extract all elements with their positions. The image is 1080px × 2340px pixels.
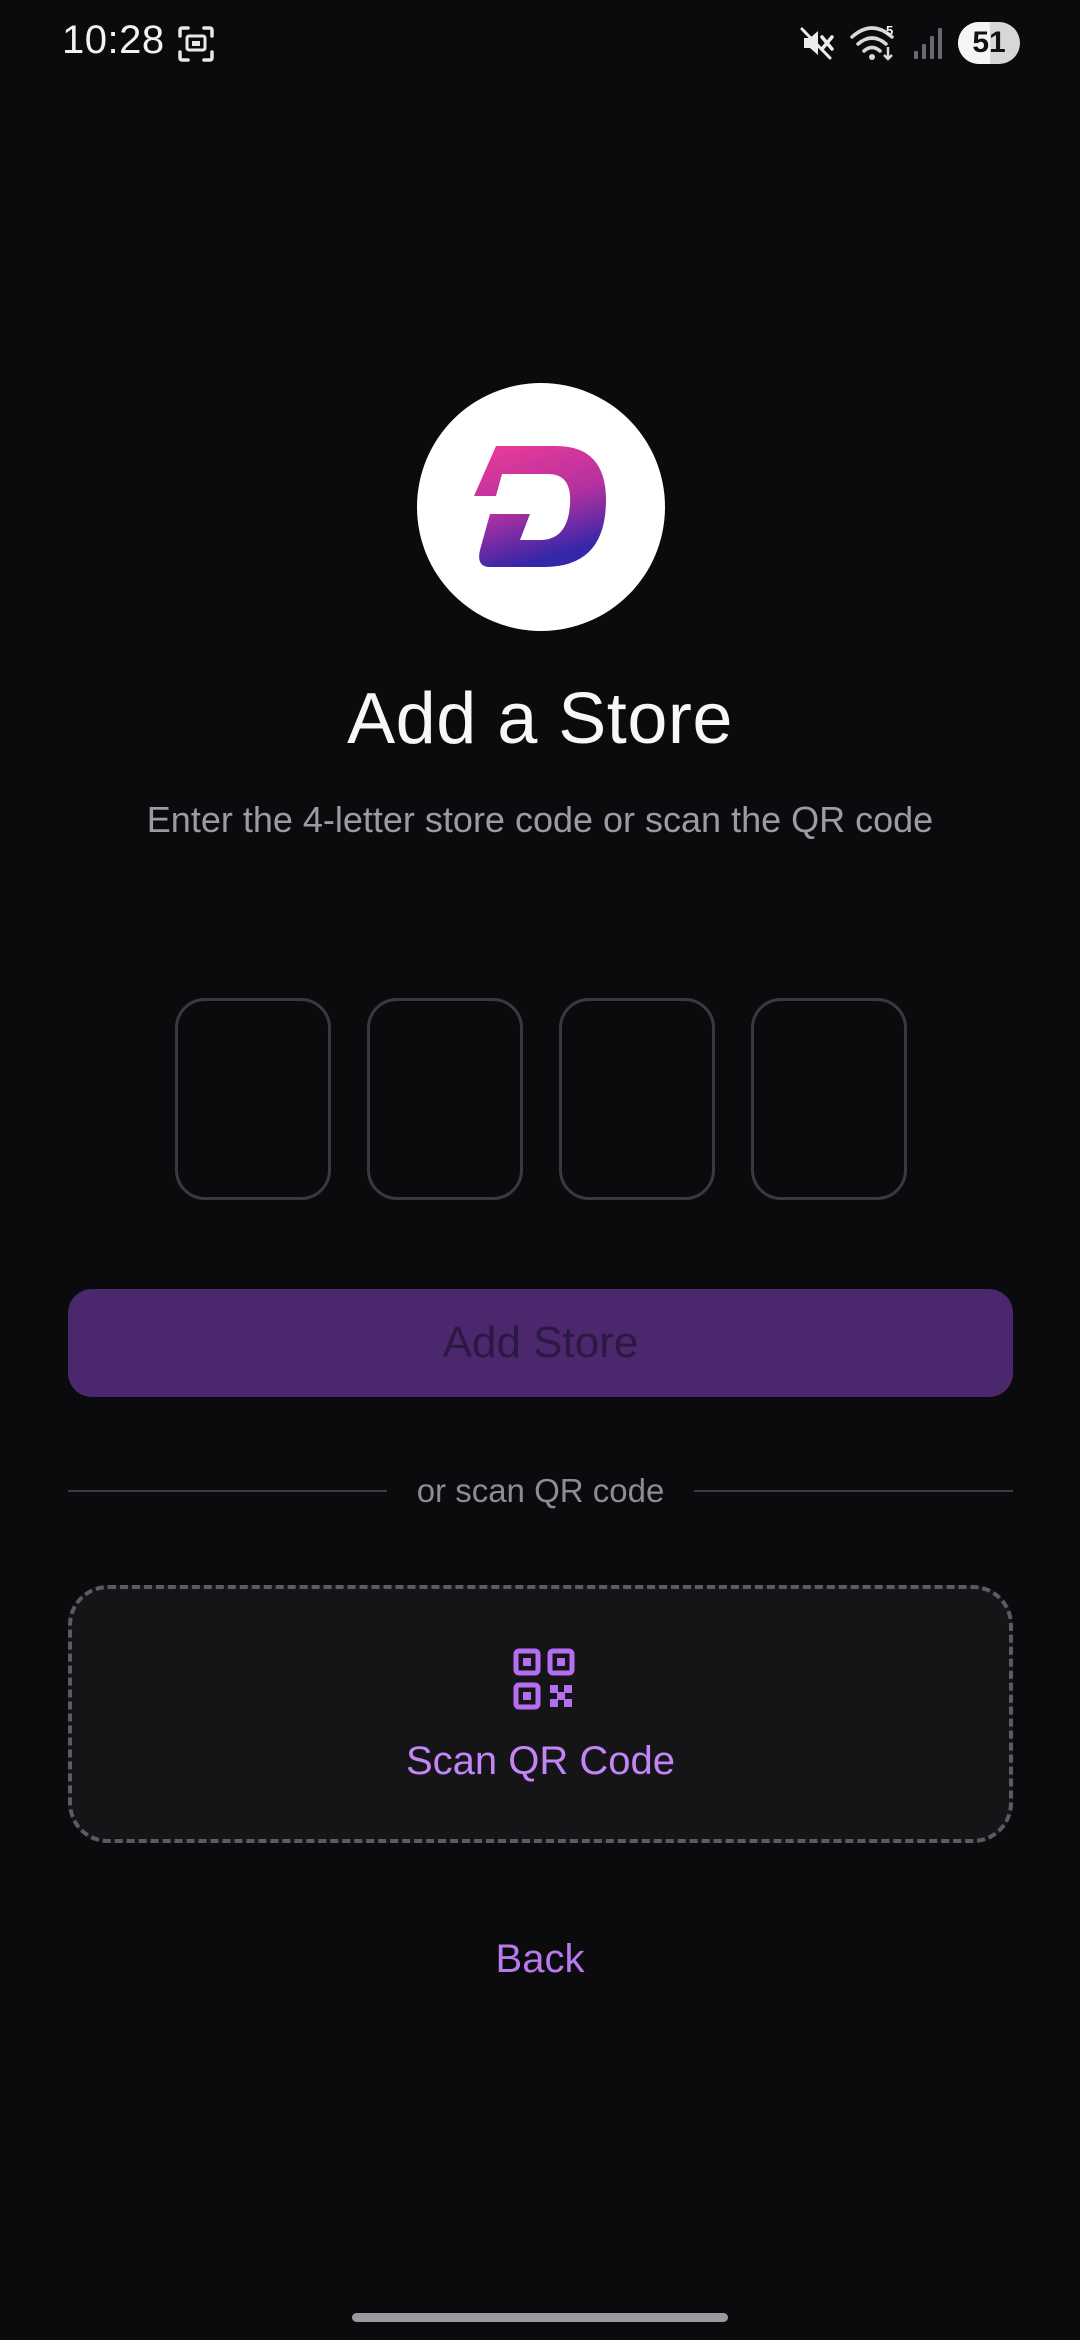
battery-level: 51 — [972, 26, 1006, 59]
home-indicator[interactable] — [352, 2313, 728, 2322]
status-bar: 10:28 5 51 — [0, 0, 1080, 86]
store-code-input — [175, 998, 907, 1200]
signal-icon — [914, 28, 942, 59]
qr-code-icon — [513, 1648, 575, 1710]
divider-text: or scan QR code — [416, 1472, 665, 1509]
page-title: Add a Store — [347, 679, 733, 759]
app-logo — [417, 383, 665, 631]
divider-line-left — [68, 1490, 387, 1492]
status-time: 10:28 — [62, 18, 165, 62]
code-box-1[interactable] — [175, 998, 331, 1200]
divider-line-right — [694, 1490, 1013, 1492]
wifi-icon: 5 — [850, 23, 894, 61]
scan-qr-label: Scan QR Code — [405, 1739, 676, 1783]
or-divider: or scan QR code — [68, 1466, 1013, 1516]
add-store-button[interactable]: Add Store — [68, 1289, 1013, 1397]
code-box-3[interactable] — [559, 998, 715, 1200]
scan-qr-button[interactable]: Scan QR Code — [68, 1585, 1013, 1843]
screenshot-icon — [178, 26, 214, 62]
d-logo-icon — [474, 446, 606, 567]
code-box-2[interactable] — [367, 998, 523, 1200]
page-subtitle: Enter the 4-letter store code or scan th… — [146, 799, 934, 840]
code-box-4[interactable] — [751, 998, 907, 1200]
mute-icon — [800, 27, 834, 60]
status-icons: 5 51 — [800, 20, 1020, 66]
network-badge: 5 — [886, 23, 893, 38]
battery-icon: 51 — [958, 22, 1020, 64]
back-link[interactable]: Back — [0, 1937, 1080, 1982]
